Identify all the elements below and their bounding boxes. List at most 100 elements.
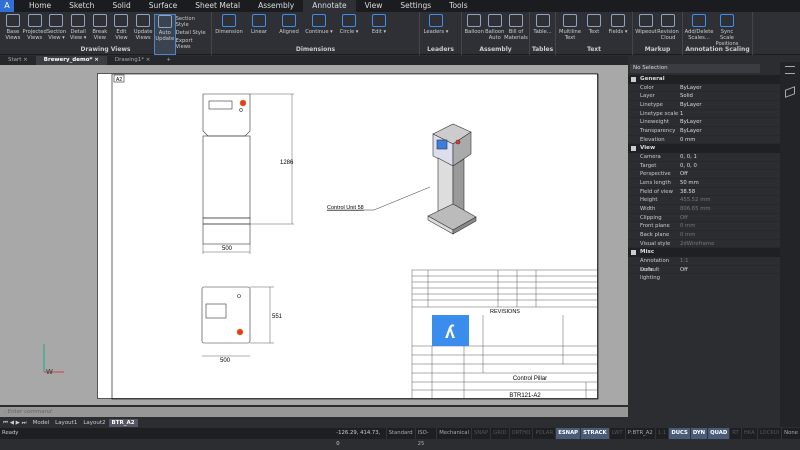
section-view[interactable]: View	[628, 144, 780, 153]
property-row-front-plane[interactable]: Front plane 0 mm	[628, 222, 780, 231]
layout-tab-model[interactable]: Model	[30, 419, 53, 427]
ribbon-group-label: Markup	[644, 46, 671, 53]
app-logo[interactable]: A	[0, 0, 14, 12]
ribbon-group-text: Multiline Text Text Fields ▾ Text	[556, 12, 633, 55]
status-p-btr-a2[interactable]: P:BTR_A2	[624, 428, 655, 439]
ribbon-group-label: Text	[586, 46, 602, 53]
layout-nav-buttons[interactable]: ⏮ ◀ ▶ ⏭	[0, 419, 30, 427]
section-view-icon	[49, 14, 64, 27]
auto-update-label: Auto Update	[155, 30, 175, 42]
base-views-label: Base Views	[5, 29, 21, 41]
property-row-linetype-scale[interactable]: Linetype scale 1	[628, 110, 780, 119]
layers-icon[interactable]	[785, 86, 795, 98]
property-row-back-plane[interactable]: Back plane 0 mm	[628, 231, 780, 240]
doc-tab-drawing1[interactable]: Drawing1* ×	[107, 56, 158, 65]
status-ready: Ready	[2, 430, 19, 436]
drawing-canvas[interactable]: A2 1286 500 551 500 Control Unit 58 REVI…	[0, 65, 628, 405]
selection-dropdown[interactable]: No Selection	[630, 64, 760, 73]
status-ortho[interactable]: ORTHO	[508, 428, 533, 439]
detail-style-button[interactable]: Detail Style	[176, 30, 209, 36]
section-general[interactable]: General	[628, 75, 780, 84]
status-1-1[interactable]: 1:1	[654, 428, 669, 439]
ribbon-group-label: Assembly	[479, 46, 512, 53]
status-quad[interactable]: QUAD	[707, 428, 730, 439]
status-grid[interactable]: GRID	[490, 428, 508, 439]
property-row-height[interactable]: Height 455.52 mm	[628, 196, 780, 205]
status-dyn[interactable]: DYN	[689, 428, 708, 439]
property-row-clipping[interactable]: Clipping Off	[628, 214, 780, 223]
status-polar[interactable]: POLAR	[532, 428, 555, 439]
table-icon	[535, 14, 550, 27]
property-value: 0, 0, 0	[680, 162, 697, 169]
status-ducs[interactable]: DUCS	[668, 428, 690, 439]
property-name: Linetype	[640, 101, 663, 108]
layout-tab-layout1[interactable]: Layout1	[52, 419, 80, 427]
edit-icon	[372, 14, 386, 27]
multiline-text-label: Multiline Text	[558, 29, 582, 41]
property-row-annotation-scale[interactable]: Annotation scale 1:1	[628, 257, 780, 273]
add-delete-scales-label: Add/Delete Scales...	[684, 29, 714, 41]
status-iso-25[interactable]: ISO-25	[414, 428, 437, 447]
status-hka[interactable]: HKA	[740, 428, 757, 439]
tab-surface[interactable]: Surface	[140, 0, 187, 12]
property-row-field-of-view[interactable]: Field of view 38.58	[628, 188, 780, 197]
tab-settings[interactable]: Settings	[391, 0, 440, 12]
status-none[interactable]: None	[781, 428, 800, 439]
tab-sheet-metal[interactable]: Sheet Metal	[186, 0, 249, 12]
layout-tab-btr-a2[interactable]: BTR_A2	[108, 419, 138, 427]
property-row-transparency[interactable]: Transparency ByLayer	[628, 127, 780, 136]
sheet-label: A2	[116, 77, 122, 83]
ribbon-group-label: Tables	[531, 46, 554, 53]
property-row-visual-style[interactable]: Visual style 2dWireframe	[628, 240, 780, 249]
status-standard[interactable]: Standard	[385, 428, 415, 439]
property-row-lineweight[interactable]: Lineweight ByLayer	[628, 118, 780, 127]
tab-view[interactable]: View	[356, 0, 392, 12]
property-row-camera[interactable]: Camera 0, 0, 1	[628, 153, 780, 162]
property-row-color[interactable]: Color ByLayer	[628, 84, 780, 93]
command-input[interactable]: : Enter command	[0, 407, 628, 417]
status-snap[interactable]: SNAP	[471, 428, 490, 439]
properties-icon[interactable]	[785, 66, 795, 74]
property-row-lens-length[interactable]: Lens length 50 mm	[628, 179, 780, 188]
ribbon-group-assembly: Balloon Balloon Auto Bill of Materials Asse…	[462, 12, 530, 55]
fields-icon	[611, 14, 625, 27]
status-lwt[interactable]: LWT	[608, 428, 625, 439]
section-misc[interactable]: Misc	[628, 248, 780, 257]
close-icon[interactable]: ×	[92, 57, 99, 63]
doc-tab-start[interactable]: Start ×	[0, 56, 36, 65]
tab-annotate[interactable]: Annotate	[303, 0, 356, 12]
property-row-target[interactable]: Target 0, 0, 0	[628, 162, 780, 171]
tab-tools[interactable]: Tools	[440, 0, 476, 12]
property-row-width[interactable]: Width 806.65 mm	[628, 205, 780, 214]
tab-assembly[interactable]: Assembly	[249, 0, 303, 12]
property-value: 0 mm	[680, 232, 696, 238]
fields-label: Fields ▾	[608, 29, 628, 35]
property-row-perspective[interactable]: Perspective Off	[628, 170, 780, 179]
doc-tab-brewery-demo[interactable]: Brewery_demo* ×	[35, 56, 107, 65]
property-name: Color	[640, 84, 654, 91]
property-row-elevation[interactable]: Elevation 0 mm	[628, 136, 780, 145]
bill-of-materials-icon	[509, 14, 523, 27]
tab-sketch[interactable]: Sketch	[60, 0, 103, 12]
paper-sheet: A2 1286 500 551 500 Control Unit 58 REVI…	[97, 73, 599, 400]
property-row-layer[interactable]: Layer Solid	[628, 92, 780, 101]
revisions-heading: REVISIONS	[490, 309, 520, 315]
new-tab-button[interactable]: +	[158, 56, 179, 65]
tab-solid[interactable]: Solid	[103, 0, 139, 12]
status-strack[interactable]: STRACK	[580, 428, 609, 439]
status-rt[interactable]: RT	[729, 428, 741, 439]
close-icon[interactable]: ×	[144, 57, 151, 63]
layout-tab-layout2[interactable]: Layout2	[80, 419, 108, 427]
update-views-icon	[136, 14, 151, 27]
property-row-linetype[interactable]: Linetype ByLayer	[628, 101, 780, 110]
tab-home[interactable]: Home	[20, 0, 60, 12]
property-row-default-lighting[interactable]: Default lighting Off	[628, 266, 780, 281]
status-mechanical[interactable]: Mechanical	[436, 428, 471, 439]
edit-label: Edit ▾	[371, 29, 387, 35]
status-lockui[interactable]: LOCKUI	[756, 428, 781, 439]
company-logo-glyph: ʎ	[445, 322, 455, 342]
section-style-button[interactable]: Section Style	[176, 16, 209, 28]
isometric-view	[327, 123, 477, 235]
status-esnap[interactable]: ESNAP	[555, 428, 581, 439]
close-icon[interactable]: ×	[21, 57, 28, 63]
